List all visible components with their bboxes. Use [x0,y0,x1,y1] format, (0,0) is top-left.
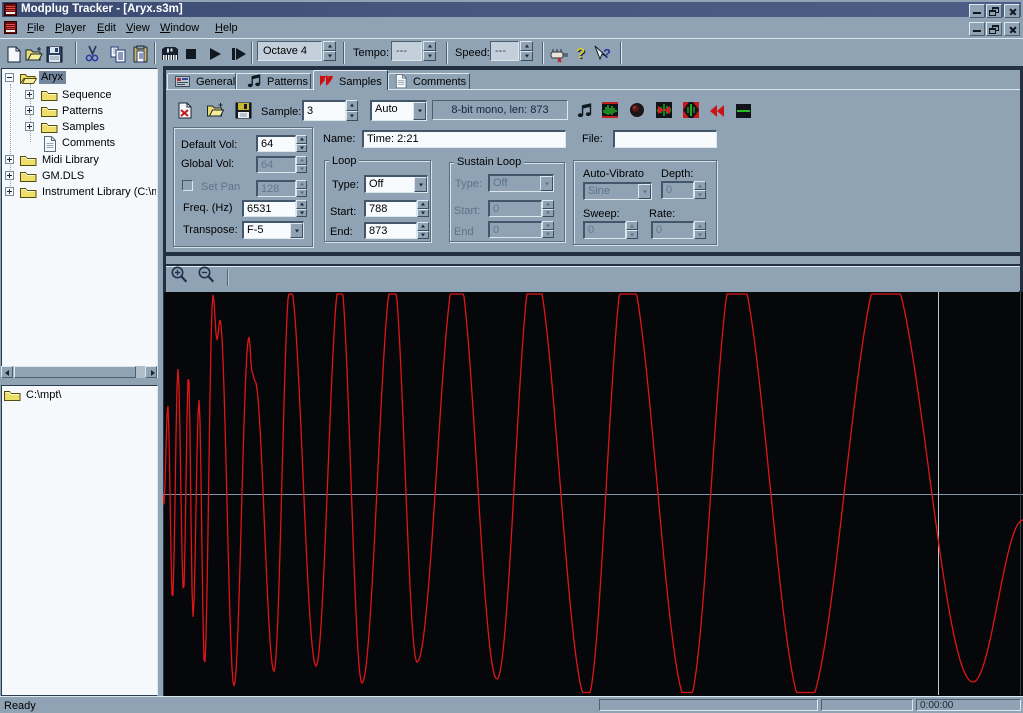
svg-text:?: ? [603,46,611,61]
